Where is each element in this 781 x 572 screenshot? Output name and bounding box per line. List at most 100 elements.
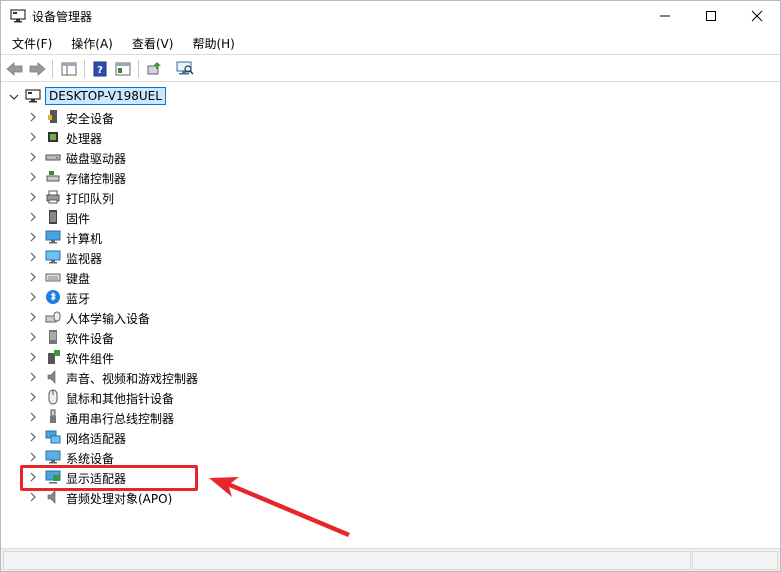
expand-chevron-icon[interactable] [28,212,38,222]
forward-button[interactable] [27,59,47,79]
menu-file[interactable]: 文件(F) [1,33,60,55]
tree-item[interactable]: 固件 [1,207,780,227]
maximize-icon [706,11,716,21]
tree-item-label: 监视器 [66,252,103,266]
update-driver-button[interactable] [144,59,164,79]
tree-item[interactable]: 键盘 [1,267,780,287]
properties-icon [115,62,131,76]
expand-chevron-icon[interactable] [28,112,38,122]
minimize-button[interactable] [642,1,688,31]
tree-item-label: 鼠标和其他指针设备 [66,392,175,406]
tree-item-label: 人体学输入设备 [66,312,151,326]
root-node-label[interactable]: DESKTOP-V198UEL [45,87,166,105]
expand-chevron-icon[interactable] [28,292,38,302]
expand-chevron-icon[interactable] [28,252,38,262]
expand-chevron-icon[interactable] [28,152,38,162]
help-icon: ? [93,61,107,77]
firmware-icon [49,210,57,224]
processor-icon [48,132,58,142]
expand-chevron-icon[interactable] [28,312,38,322]
expand-chevron-icon[interactable] [28,132,38,142]
tree-item-label: 软件设备 [66,332,115,346]
menu-view[interactable]: 查看(V) [121,33,182,55]
toolbar-separator [84,60,85,78]
tree-item-label: 音频处理对象(APO) [66,492,173,506]
disk-drive-icon [45,154,61,161]
tree-item[interactable]: 软件组件 [1,347,780,367]
expand-chevron-icon[interactable] [28,392,38,402]
computer-root-icon [25,89,41,103]
tree-item[interactable]: 处理器 [1,127,780,147]
usb-icon [50,409,56,423]
tree-item[interactable]: 打印队列 [1,187,780,207]
tree-item[interactable]: 鼠标和其他指针设备 [1,387,780,407]
menu-bar: 文件(F) 操作(A) 查看(V) 帮助(H) [1,33,780,55]
storage-controller-icon [46,171,60,182]
expand-chevron-icon[interactable] [28,492,38,502]
console-tree-icon [61,62,77,76]
expand-chevron-icon[interactable] [28,452,38,462]
expand-chevron-icon[interactable] [28,372,38,382]
print-queue-icon [46,190,60,204]
expand-chevron-icon[interactable] [28,432,38,442]
audio-apo-icon [47,490,56,504]
tree-item[interactable]: 安全设备 [1,107,780,127]
tree-item-label: 安全设备 [66,112,115,126]
help-button[interactable]: ? [90,59,110,79]
tree-item-label: 软件组件 [66,352,115,366]
menu-action[interactable]: 操作(A) [60,33,121,55]
toolbar-separator [52,60,53,78]
highlight-box [20,465,198,491]
security-device-icon [48,110,57,123]
expand-chevron-icon[interactable] [28,192,38,202]
expand-chevron-icon[interactable] [28,272,38,282]
properties-button[interactable] [113,59,133,79]
tree-item[interactable]: 蓝牙 [1,287,780,307]
tree-item[interactable]: 人体学输入设备 [1,307,780,327]
software-device-icon [49,330,57,344]
tree-item[interactable]: 声音、视频和游戏控制器 [1,367,780,387]
scan-hardware-button[interactable] [175,59,195,79]
expand-chevron-icon[interactable] [28,352,38,362]
tree-item[interactable]: 监视器 [1,247,780,267]
tree-item-label: 声音、视频和游戏控制器 [66,372,199,386]
maximize-button[interactable] [688,1,734,31]
tree-item-label: 固件 [66,212,91,226]
keyboard-icon [45,273,61,282]
tree-item-label: 处理器 [66,132,103,146]
expand-chevron-icon[interactable] [28,332,38,342]
device-manager-app-icon [10,9,26,23]
computer-icon [45,230,61,244]
software-component-icon [48,350,60,364]
annotation-arrow-icon [209,477,350,537]
svg-text:?: ? [97,65,103,76]
status-segment [3,551,691,570]
tree-item[interactable]: 系统设备 [1,447,780,467]
tree-item-label: 计算机 [66,232,103,246]
back-arrow-icon [6,62,23,76]
tree-item[interactable]: 存储控制器 [1,167,780,187]
show-hide-console-tree-button[interactable] [59,59,79,79]
close-button[interactable] [734,1,780,31]
window-title: 设备管理器 [32,10,93,24]
tree-item-label: 网络适配器 [66,432,127,446]
hid-icon [45,311,61,323]
menu-help[interactable]: 帮助(H) [181,33,242,55]
device-manager-window: 设备管理器 文件(F) 操作(A) 查看(V) 帮助(H) ? DESKTOP-… [0,0,781,572]
tree-item-label: 磁盘驱动器 [66,152,127,166]
tree-item[interactable]: 软件设备 [1,327,780,347]
tree-item[interactable]: 磁盘驱动器 [1,147,780,167]
tree-item-label: 存储控制器 [66,172,127,186]
tree-item[interactable]: 网络适配器 [1,427,780,447]
back-button[interactable] [5,59,25,79]
tree-item[interactable]: 通用串行总线控制器 [1,407,780,427]
status-segment [692,551,778,570]
expand-chevron-icon[interactable] [28,232,38,242]
expand-chevron-icon[interactable] [28,412,38,422]
expand-chevron-icon[interactable] [28,172,38,182]
title-bar: 设备管理器 [1,1,780,31]
collapse-chevron-icon[interactable] [9,92,19,102]
tree-item[interactable]: 计算机 [1,227,780,247]
update-driver-icon [147,62,161,75]
scan-hardware-icon [176,61,194,75]
